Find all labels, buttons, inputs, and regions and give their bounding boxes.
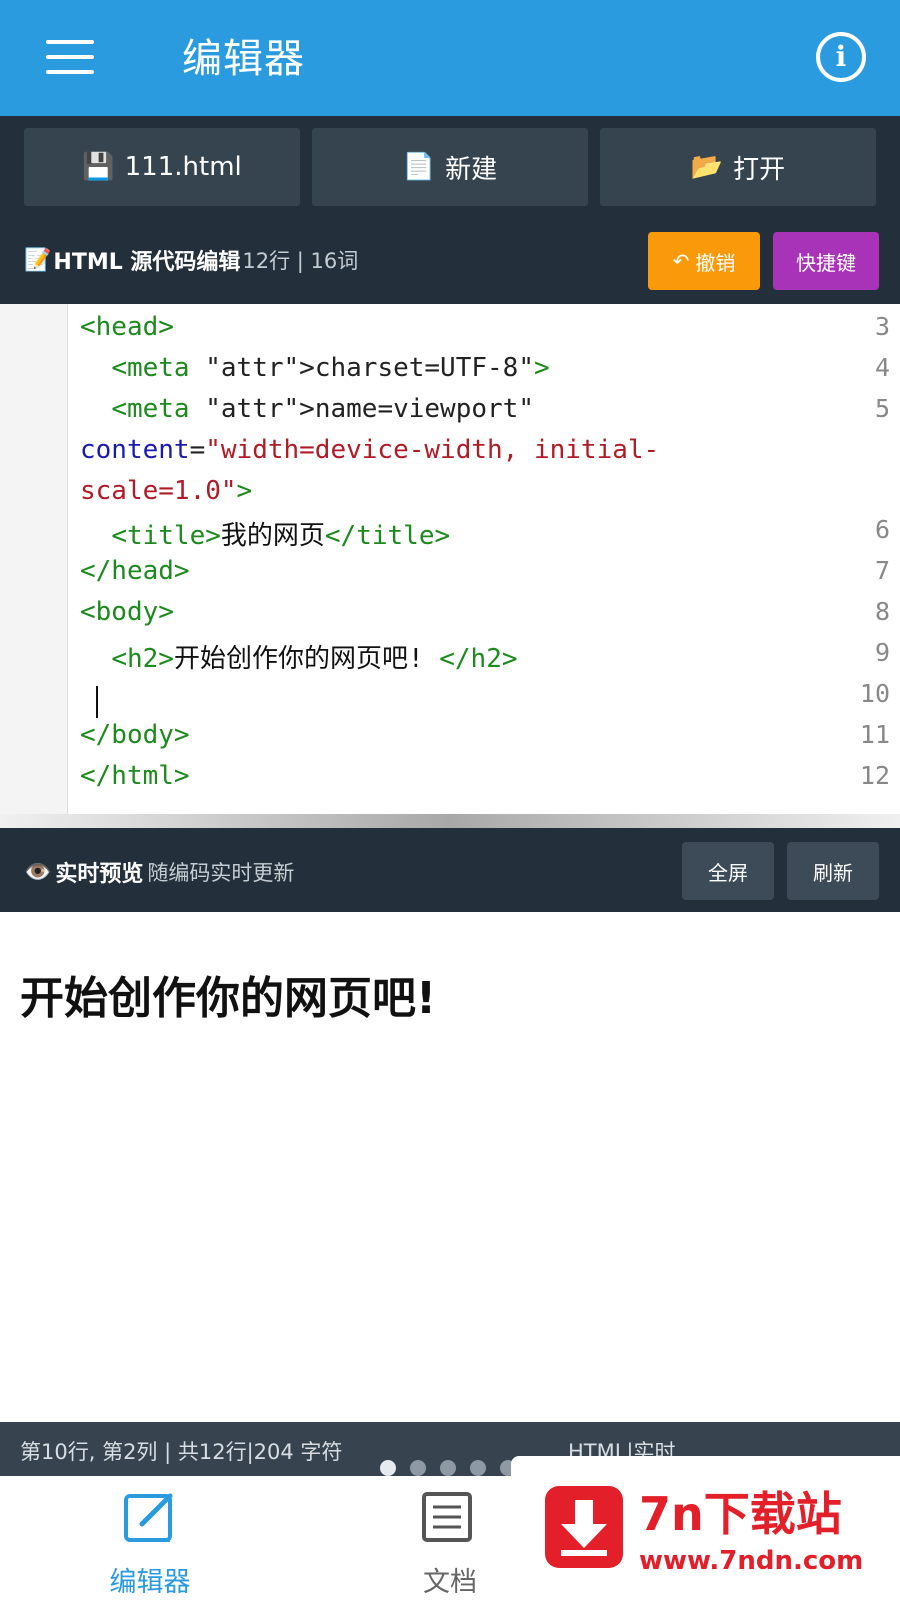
preview-header-title: 👁️ 实时预览 随编码实时更新 (24, 856, 294, 888)
line-number: 12 (859, 761, 890, 790)
save-file-button[interactable]: 💾 111.html (24, 128, 300, 206)
refresh-button[interactable]: 刷新 (787, 842, 879, 900)
open-file-label: 打开 (733, 154, 786, 185)
save-file-label: 111.html (124, 152, 242, 182)
code-line: </head> (80, 556, 190, 586)
page-dot[interactable] (380, 1460, 396, 1476)
code-line: <title>我的网页</title> (111, 521, 451, 551)
preview-title-text: 实时预览 (55, 862, 144, 887)
new-file-button[interactable]: 📄 新建 (312, 128, 588, 206)
line-number: 7 (874, 556, 890, 585)
code-header: 📝 HTML 源代码编辑 12行 | 16词 ↶ 撤销 快捷键 (0, 214, 900, 304)
preview-header: 👁️ 实时预览 随编码实时更新 全屏 刷新 (0, 828, 900, 912)
code-line: </html> (80, 761, 190, 791)
new-file-label: 新建 (445, 154, 498, 185)
resize-divider[interactable] (0, 814, 900, 828)
line-number: 10 (859, 679, 890, 708)
watermark-url: www.7ndn.com (639, 1546, 864, 1576)
menu-icon[interactable] (46, 40, 94, 74)
download-arrow-icon (545, 1486, 623, 1568)
fullscreen-button[interactable]: 全屏 (682, 842, 774, 900)
code-line: <meta "attr">charset=UTF-8"> (111, 353, 550, 383)
nav-tab-editor[interactable]: 编辑器 (0, 1476, 300, 1600)
cursor-position-status: 第10行, 第2列 | 共12行|204 字符 (20, 1440, 343, 1464)
page-dot[interactable] (470, 1460, 486, 1476)
code-line: <meta "attr">name=viewport" (111, 394, 534, 424)
shortcuts-button[interactable]: 快捷键 (773, 232, 879, 290)
folder-icon: 📂 (690, 152, 724, 182)
line-number: 6 (874, 515, 890, 544)
file-toolbar: 💾 111.html 📄 新建 📂 打开 (0, 116, 900, 214)
code-line: </body> (80, 720, 190, 750)
eye-icon: 👁️ (24, 859, 52, 885)
line-number: 5 (874, 394, 890, 423)
new-document-icon: 📄 (402, 152, 436, 182)
document-icon (422, 1492, 472, 1542)
app-title: 编辑器 (182, 36, 305, 82)
code-editor[interactable]: 3 4 5 6 7 8 9 10 11 12 <head> <meta "att… (0, 304, 900, 814)
preview-subtitle: 随编码实时更新 (147, 861, 295, 885)
live-preview: 开始创作你的网页吧! (0, 912, 900, 1422)
edit-icon (124, 1493, 173, 1542)
code-line: <body> (80, 597, 174, 627)
code-line: scale=1.0"> (80, 476, 253, 506)
line-number-gutter (0, 304, 68, 814)
undo-button[interactable]: ↶ 撤销 (648, 232, 760, 290)
code-header-title: 📝 HTML 源代码编辑 12行 | 16词 (24, 244, 358, 276)
text-cursor (96, 686, 98, 718)
page-dot[interactable] (440, 1460, 456, 1476)
undo-label: 撤销 (695, 250, 736, 275)
open-file-button[interactable]: 📂 打开 (600, 128, 876, 206)
app-bar: 编辑器 i (0, 0, 900, 116)
line-number: 3 (874, 312, 890, 341)
page-indicator (380, 1460, 516, 1476)
preview-heading: 开始创作你的网页吧! (20, 973, 437, 1024)
floppy-disk-icon: 💾 (82, 152, 115, 182)
code-line: <head> (80, 312, 174, 342)
code-line: content="width=device-width, initial- (80, 435, 660, 465)
page-dot[interactable] (410, 1460, 426, 1476)
info-icon[interactable]: i (816, 32, 866, 82)
code-title-text: HTML 源代码编辑 (53, 250, 241, 275)
watermark-brand: 7n下载站 (639, 1487, 842, 1541)
code-line: <h2>开始创作你的网页吧! </h2> (111, 644, 518, 674)
line-number: 8 (874, 597, 890, 626)
memo-icon: 📝 (24, 247, 52, 273)
line-number: 4 (874, 353, 890, 382)
code-stats: 12行 | 16词 (242, 249, 359, 273)
nav-tab-editor-label: 编辑器 (109, 1567, 191, 1598)
line-number: 9 (874, 638, 890, 667)
site-watermark: 7n下载站 www.7ndn.com (511, 1456, 900, 1600)
undo-icon: ↶ (672, 249, 690, 273)
line-number: 11 (859, 720, 890, 749)
